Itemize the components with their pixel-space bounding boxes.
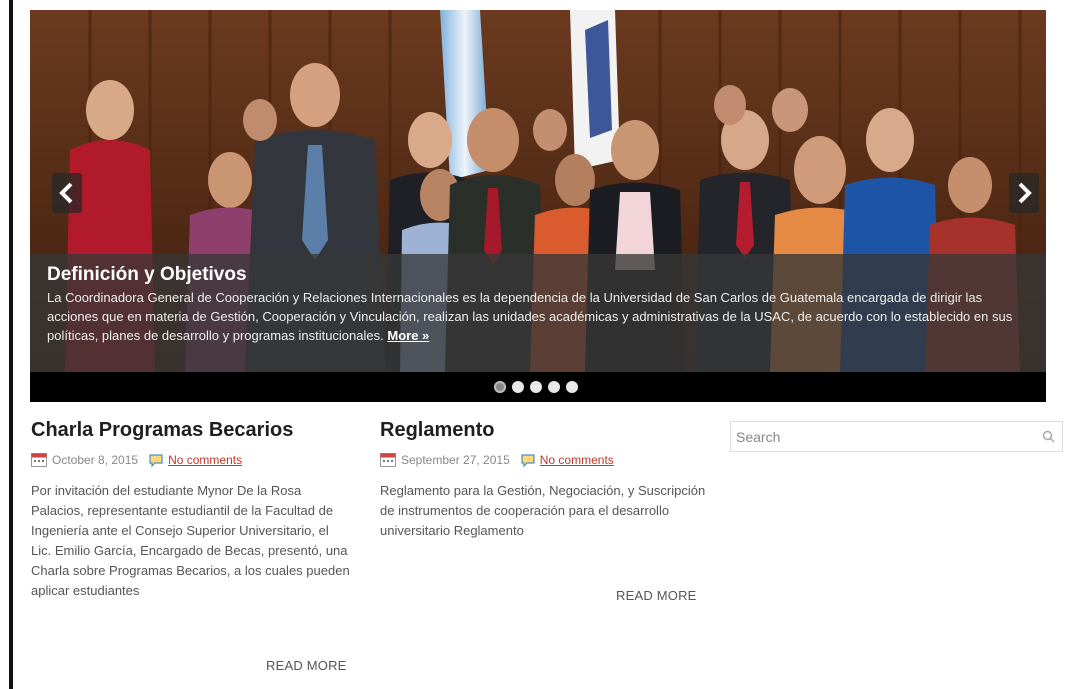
slide-caption: Definición y Objetivos La Coordinadora G…: [30, 254, 1046, 372]
post-card: Charla Programas Becarios October 8, 201…: [31, 418, 351, 673]
slider-prev-button[interactable]: [52, 173, 82, 213]
chevron-left-icon: [59, 182, 73, 204]
comment-icon: [521, 453, 535, 467]
search-box: [730, 421, 1063, 452]
slider-dots: [494, 381, 578, 393]
comment-icon: [149, 453, 163, 467]
search-icon[interactable]: [1042, 430, 1055, 443]
caption-body: La Coordinadora General de Cooperación y…: [47, 290, 1013, 343]
post-title[interactable]: Reglamento: [380, 418, 710, 442]
slider-dot-2[interactable]: [512, 381, 524, 393]
left-border: [9, 0, 13, 689]
hero-slider[interactable]: Definición y Objetivos La Coordinadora G…: [30, 10, 1046, 402]
calendar-icon: [31, 453, 47, 467]
comments-link[interactable]: No comments: [540, 453, 614, 467]
slider-dot-5[interactable]: [566, 381, 578, 393]
post-card: Reglamento September 27, 2015 No comment…: [380, 418, 710, 603]
post-date: October 8, 2015: [52, 453, 139, 467]
read-more-link[interactable]: READ MORE: [266, 658, 347, 673]
post-excerpt: Reglamento para la Gestión, Negociación,…: [380, 483, 706, 538]
post-meta: September 27, 2015 No comments: [380, 452, 710, 468]
slider-next-button[interactable]: [1009, 173, 1039, 213]
search-input[interactable]: [731, 422, 1031, 451]
read-more-link[interactable]: READ MORE: [616, 588, 697, 603]
caption-title: Definición y Objetivos: [47, 264, 247, 285]
caption-text: La Coordinadora General de Cooperación y…: [47, 288, 1030, 345]
comments-link[interactable]: No comments: [168, 453, 242, 467]
post-excerpt: Por invitación del estudiante Mynor De l…: [31, 483, 350, 598]
slider-dot-1[interactable]: [494, 381, 506, 393]
caption-more-link[interactable]: More »: [387, 328, 429, 343]
calendar-icon: [380, 453, 396, 467]
post-title[interactable]: Charla Programas Becarios: [31, 418, 351, 442]
post-date: September 27, 2015: [401, 453, 510, 467]
post-meta: October 8, 2015 No comments: [31, 452, 351, 468]
slider-pagination-bar: [30, 372, 1046, 402]
slider-dot-3[interactable]: [530, 381, 542, 393]
slider-dot-4[interactable]: [548, 381, 560, 393]
chevron-right-icon: [1018, 182, 1032, 204]
